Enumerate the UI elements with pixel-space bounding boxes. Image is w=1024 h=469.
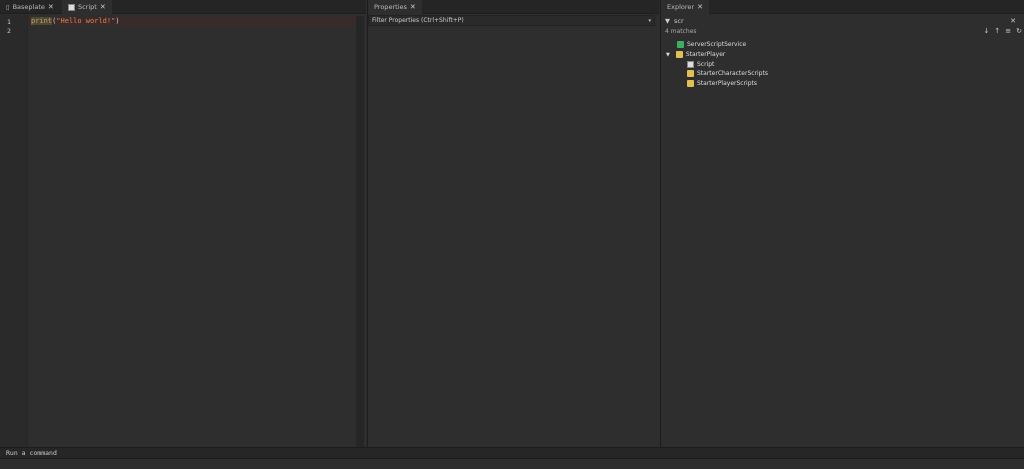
folder-icon [687,70,694,78]
editor-scrollbar[interactable] [356,16,364,447]
close-icon[interactable]: ✕ [48,3,54,11]
close-icon[interactable]: ✕ [410,3,416,11]
editor-tab-bar: ▯ Baseplate ✕ Script ✕ [0,0,366,14]
properties-pane: Properties ✕ Filter Properties (Ctrl+Shi… [367,0,659,447]
clear-search-icon[interactable]: ✕ [1010,17,1016,25]
tab-script[interactable]: Script ✕ [62,0,112,14]
tab-baseplate[interactable]: ▯ Baseplate ✕ [0,0,60,14]
script-editor-pane: ▯ Baseplate ✕ Script ✕ 1 2 print("Hello … [0,0,366,447]
command-bar[interactable]: Run a command [0,447,1024,459]
explorer-pane: Explorer ✕ ▼ scr ✕ 4 matches ↓ ↑ ≡ ↻ Ser… [660,0,1024,447]
command-placeholder: Run a command [6,449,57,457]
properties-tab-bar: Properties ✕ [368,0,659,14]
filter-icon[interactable]: ▼ [665,17,670,25]
tree-item-label: StarterCharacterScripts [697,70,768,78]
tree-item-script[interactable]: Script [661,59,1024,69]
explorer-search[interactable]: ▼ scr ✕ [661,15,1024,26]
match-count: 4 matches [665,28,697,35]
filter-placeholder: Filter Properties (Ctrl+Shift+P) [372,17,464,24]
code-paren: ) [115,17,120,25]
tab-label: Baseplate [12,3,45,11]
tab-label: Explorer [667,3,695,11]
tree-item-label: ServerScriptService [687,41,747,49]
previous-match-icon[interactable]: ↑ [994,27,1000,35]
line-number: 2 [7,27,11,35]
status-area [0,459,1024,469]
line-gutter: 1 2 [0,15,28,447]
next-match-icon[interactable]: ↓ [984,27,990,35]
tree-item-label: StarterPlayer [685,51,726,59]
script-icon [68,3,75,11]
dropdown-icon[interactable]: ▾ [648,16,651,26]
script-icon [687,60,694,68]
place-icon: ▯ [6,3,10,11]
explorer-tree: ServerScriptService ▼ StarterPlayer Scrip… [661,40,1024,88]
list-view-icon[interactable]: ≡ [1005,27,1011,35]
tree-item-starterplayerscripts[interactable]: StarterPlayerScripts [661,79,1024,89]
service-icon [677,41,684,49]
line-number: 1 [7,18,11,26]
close-icon[interactable]: ✕ [100,3,106,11]
explorer-toolbar: ↓ ↑ ≡ ↻ [984,27,1023,35]
filter-properties-input[interactable]: Filter Properties (Ctrl+Shift+P) ▾ [368,15,655,26]
tree-item-label: StarterPlayerScripts [697,80,758,88]
expand-arrow-icon[interactable]: ▼ [666,52,670,58]
code-line[interactable]: print("Hello world!") [28,17,356,26]
code-keyword: print [31,17,53,25]
tab-label: Script [78,3,97,11]
tree-item-startercharacterscripts[interactable]: StarterCharacterScripts [661,69,1024,79]
folder-icon [687,80,694,88]
tab-properties[interactable]: Properties ✕ [368,0,422,14]
code-string: "Hello world!" [56,17,116,25]
tree-item-serverscriptservice[interactable]: ServerScriptService [661,40,1024,50]
tab-label: Properties [374,3,407,11]
explorer-tab-bar: Explorer ✕ [661,0,1024,14]
folder-icon [675,51,683,59]
tree-item-starterplayer[interactable]: ▼ StarterPlayer [661,50,1024,60]
tab-explorer[interactable]: Explorer ✕ [661,0,709,14]
close-icon[interactable]: ✕ [697,3,703,11]
refresh-icon[interactable]: ↻ [1016,27,1022,35]
tree-item-label: Script [697,60,715,68]
search-input[interactable]: scr [674,17,684,25]
